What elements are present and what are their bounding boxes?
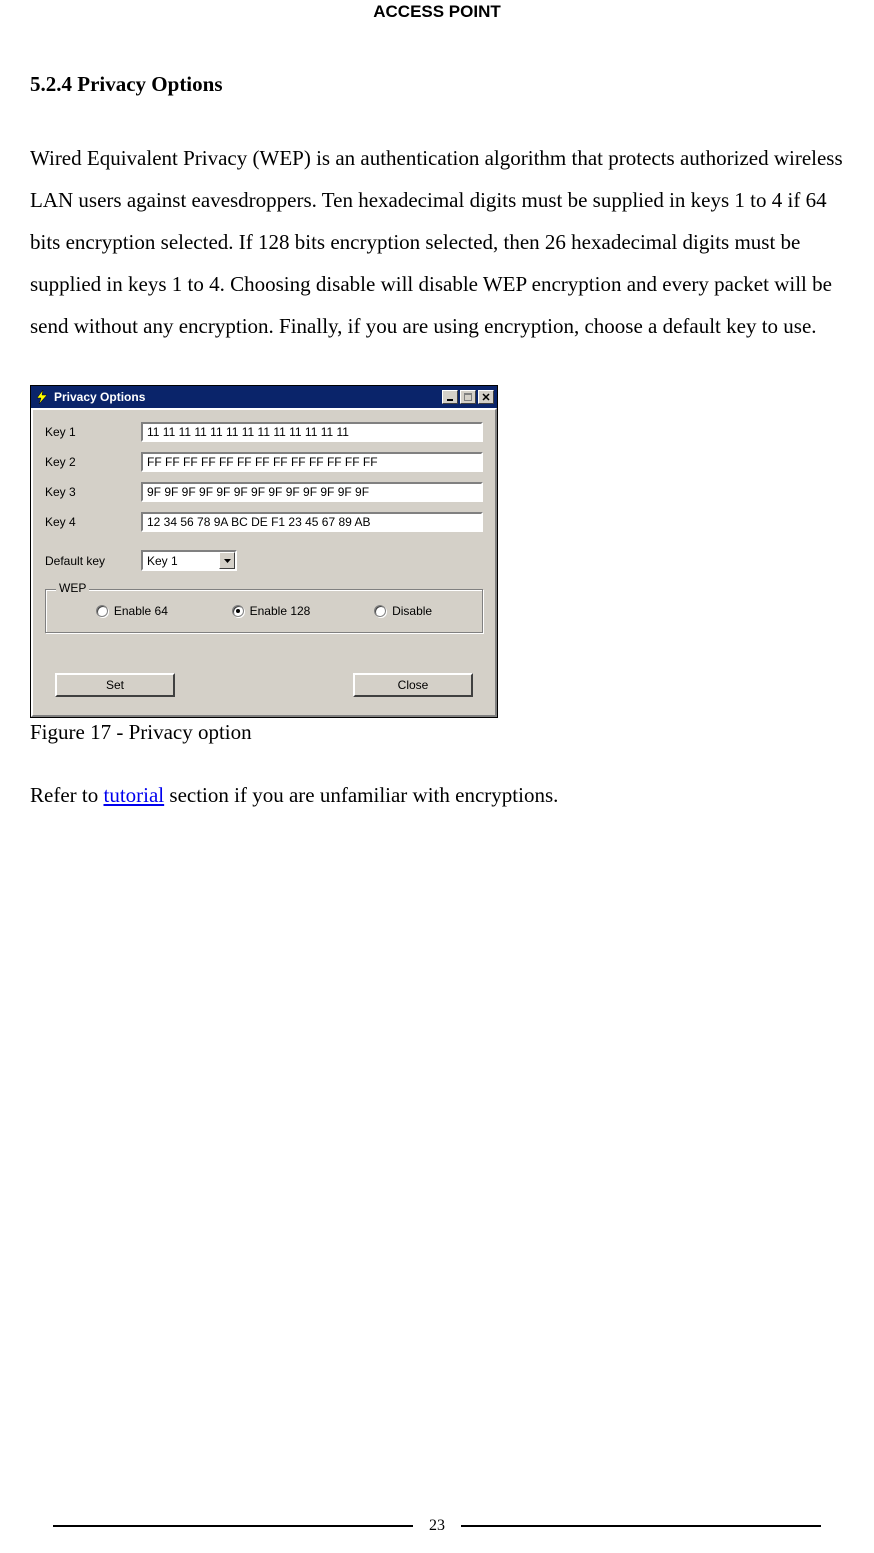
radio-disable[interactable]: Disable — [374, 604, 432, 618]
default-key-value: Key 1 — [143, 552, 219, 569]
key3-input[interactable] — [141, 482, 483, 502]
page-header: ACCESS POINT — [0, 0, 874, 22]
page-number: 23 — [423, 1517, 451, 1535]
close-button[interactable] — [478, 390, 494, 404]
figure-caption: Figure 17 - Privacy option — [30, 720, 844, 745]
privacy-options-dialog: Privacy Options Key 1 — [30, 385, 498, 718]
radio-icon — [96, 605, 108, 617]
chevron-down-icon[interactable] — [219, 552, 235, 569]
figure-privacy-options: Privacy Options Key 1 — [30, 385, 844, 745]
refer-paragraph: Refer to tutorial section if you are unf… — [30, 783, 844, 808]
body-paragraph: Wired Equivalent Privacy (WEP) is an aut… — [30, 137, 844, 347]
default-key-combo[interactable]: Key 1 — [141, 550, 237, 571]
radio-label: Enable 128 — [250, 604, 311, 618]
key4-input[interactable] — [141, 512, 483, 532]
dialog-title: Privacy Options — [54, 390, 442, 404]
dialog-titlebar: Privacy Options — [31, 386, 497, 408]
section-heading: 5.2.4 Privacy Options — [30, 72, 844, 97]
footer-rule-left — [53, 1525, 413, 1527]
refer-post: section if you are unfamiliar with encry… — [164, 783, 558, 807]
key3-label: Key 3 — [45, 485, 141, 499]
radio-enable-128[interactable]: Enable 128 — [232, 604, 311, 618]
set-button[interactable]: Set — [55, 673, 175, 697]
key4-label: Key 4 — [45, 515, 141, 529]
default-key-label: Default key — [45, 554, 141, 568]
key2-label: Key 2 — [45, 455, 141, 469]
wep-legend: WEP — [56, 581, 89, 595]
key2-input[interactable] — [141, 452, 483, 472]
footer-rule-right — [461, 1525, 821, 1527]
radio-icon — [232, 605, 244, 617]
minimize-button[interactable] — [442, 390, 458, 404]
radio-label: Disable — [392, 604, 432, 618]
lightning-icon — [34, 389, 50, 405]
close-dialog-button[interactable]: Close — [353, 673, 473, 697]
radio-label: Enable 64 — [114, 604, 168, 618]
key1-label: Key 1 — [45, 425, 141, 439]
tutorial-link[interactable]: tutorial — [103, 783, 164, 807]
page-footer: 23 — [0, 1517, 874, 1535]
key1-input[interactable] — [141, 422, 483, 442]
maximize-button[interactable] — [460, 390, 476, 404]
refer-pre: Refer to — [30, 783, 103, 807]
radio-enable-64[interactable]: Enable 64 — [96, 604, 168, 618]
radio-icon — [374, 605, 386, 617]
wep-fieldset: WEP Enable 64 Enable 128 Disable — [45, 589, 483, 633]
